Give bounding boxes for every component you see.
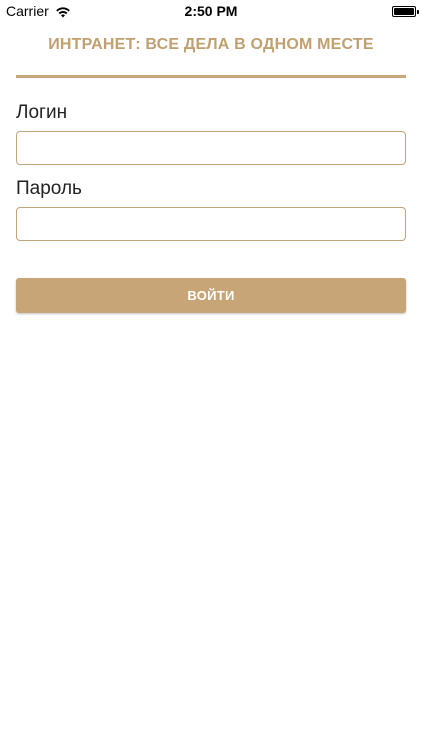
login-label: Логин [16,102,68,123]
status-left: Carrier [0,3,71,19]
wifi-icon [55,5,71,18]
login-button[interactable]: ВОЙТИ [16,278,406,313]
password-input[interactable] [16,207,406,241]
title-divider [16,75,406,78]
status-right [392,5,422,17]
carrier-label: Carrier [6,3,49,19]
page-title: ИНТРАНЕТ: ВСЕ ДЕЛА В ОДНОМ МЕСТЕ [48,36,374,53]
password-label: Пароль [16,178,82,199]
status-bar: Carrier 2:50 PM [0,0,422,22]
login-screen: Carrier 2:50 PM ИНТРАНЕТ: ВСЕ ДЕЛА В ОДН… [0,0,422,750]
login-input[interactable] [16,131,406,165]
battery-icon [392,5,419,17]
